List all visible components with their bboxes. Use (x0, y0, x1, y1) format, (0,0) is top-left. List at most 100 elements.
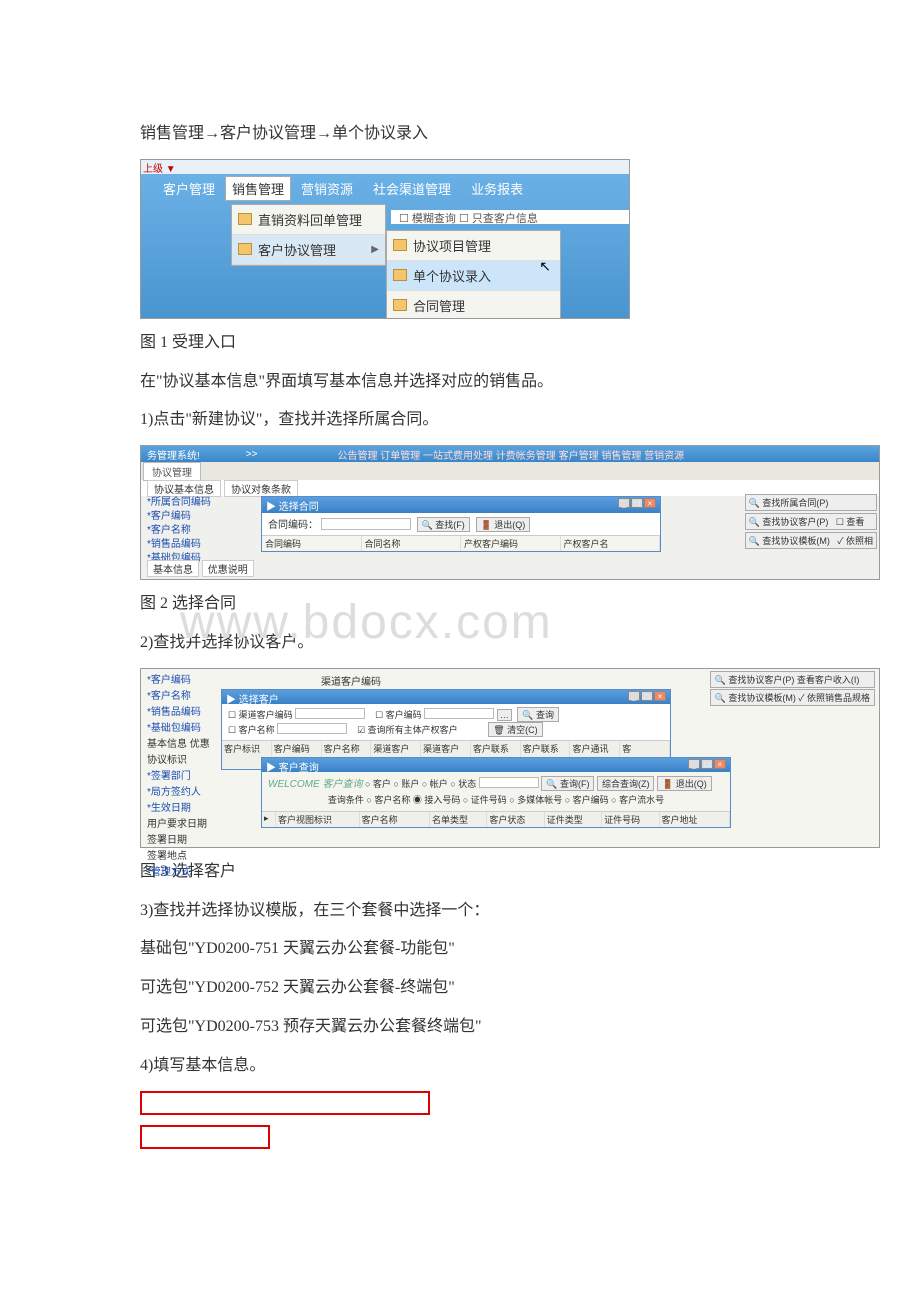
lbl: 协议标识 (147, 753, 210, 769)
dialog-titlebar: ▶ 选择合同 _□× (262, 497, 660, 513)
menu-channel[interactable]: 社会渠道管理 (363, 179, 461, 198)
step-2-text: 2)查找并选择协议客户。 (140, 629, 780, 658)
th: 证件号码 (602, 812, 659, 827)
exit-button[interactable]: 🚪 退出(Q) (476, 517, 531, 532)
header-nav[interactable]: 公告管理 订单管理 一站式费用处理 计费帐务管理 客户管理 销售管理 营销资源 (337, 447, 684, 462)
btn-find-template[interactable]: 🔍 查找协议模板(M) ✓ 依照相 (745, 532, 877, 549)
folder-icon (393, 299, 407, 311)
lbl: *生效日期 (147, 801, 210, 817)
condition-radios[interactable]: 查询条件 ○ 客户名称 ◉ 接入号码 ○ 证件号码 ○ 多媒体帐号 ○ 客户编码… (268, 791, 724, 808)
contract-table-header: 合同编码 合同名称 产权客户编码 产权客户名 (262, 535, 660, 551)
th: 客户名称 (360, 812, 430, 827)
chk-channel-code[interactable]: ☐ 渠道客户编码 (228, 710, 293, 720)
lbl: *管理方式 (147, 865, 210, 881)
step-4-text: 4)填写基本信息。 (140, 1052, 780, 1081)
folder-icon (238, 213, 252, 225)
dialog-titlebar: ▶ 选择客户 _□× (222, 690, 670, 704)
tab-agreement-mgmt[interactable]: 协议管理 (143, 462, 201, 481)
dialog-body: WELCOME 客户查询 ○ 客户 ○ 账户 ○ 帐户 ○ 状态 🔍 查询(F)… (262, 772, 730, 811)
lbl-cust-code: *客户编码 (147, 510, 211, 524)
highlight-box-2 (140, 1125, 270, 1149)
figure-2-caption: 图 2 选择合同 (140, 590, 780, 619)
screenshot-3-customer: *客户编码 *客户名称 *销售品编码 *基础包编码 基本信息 优惠 协议标识 *… (140, 668, 880, 848)
intro-path: 销售管理→客户协议管理→单个协议录入 (140, 120, 780, 149)
query-button[interactable]: 🔍 查询 (517, 707, 559, 722)
clear-button[interactable]: 🗑 清空(C) (488, 722, 542, 737)
query-button[interactable]: 🔍 查询(F) (541, 776, 594, 791)
chk-all-owners[interactable]: ☑ 查询所有主体产权客户 (357, 725, 458, 735)
chk-cust-name[interactable]: ☐ 客户名称 (228, 725, 275, 735)
step-3-text: 3)查找并选择协议模版，在三个套餐中选择一个： (140, 897, 780, 926)
btn-find-customer[interactable]: 🔍 查找协议客户(P) ☐ 查看 (745, 513, 877, 530)
chk-cust-code[interactable]: ☐ 客户编码 (375, 710, 422, 720)
lbl: *销售品编码 (147, 705, 210, 721)
top-parent-link[interactable]: 上级 ▼ (141, 160, 629, 174)
input-contract-code[interactable] (321, 518, 411, 530)
btn-find-cust[interactable]: 🔍 查找协议客户(P) 查看客户收入(I) (710, 671, 875, 688)
chevron-right-icon: ▶ (371, 244, 379, 255)
input-custname[interactable] (277, 723, 347, 734)
main-menubar: 客户管理 销售管理 营销资源 社会渠道管理 业务报表 (141, 174, 629, 204)
dialog-title: ▶ 选择合同 (266, 498, 319, 512)
advanced-query-button[interactable]: 综合查询(Z) (597, 776, 655, 791)
window-buttons[interactable]: _□× (688, 759, 726, 771)
submenu-level1: 直销资料回单管理 客户协议管理 ▶ (231, 204, 386, 266)
menu-sales[interactable]: 销售管理 (225, 176, 291, 201)
bottom-tabs: 基本信息 优惠说明 (147, 560, 254, 577)
lbl: 签署地点 (147, 849, 210, 865)
submenu2-item-single-entry[interactable]: 单个协议录入 (387, 261, 560, 291)
chevrons: >> (246, 449, 258, 460)
window-buttons[interactable]: _□× (618, 498, 656, 512)
dialog-body: ☐ 渠道客户编码 ☐ 客户编码 … 🔍 查询 ☐ 客户名称 ☑ 查询所有主体产权… (222, 704, 670, 740)
input-query[interactable] (479, 777, 539, 788)
welcome-text: WELCOME 客户查询 (268, 779, 362, 790)
th-blank: ▸ (262, 812, 276, 827)
btn-find-tmpl[interactable]: 🔍 查找协议模板(M) ✓ 依照销售品规格 (710, 689, 875, 706)
tab-basic-info[interactable]: 协议基本信息 (147, 480, 221, 497)
left-labels: *客户编码 *客户名称 *销售品编码 *基础包编码 基本信息 优惠 协议标识 *… (147, 673, 210, 881)
th-code: 合同编码 (262, 536, 362, 551)
input-channel[interactable] (295, 708, 365, 719)
dialog-customer-query: ▶ 客户查询 _□× WELCOME 客户查询 ○ 客户 ○ 账户 ○ 帐户 ○… (261, 757, 731, 828)
dialog-title: ▶ 选择客户 (226, 691, 279, 703)
submenu1-item-agreement[interactable]: 客户协议管理 ▶ (232, 235, 385, 265)
submenu2-item-project[interactable]: 协议项目管理 (387, 231, 560, 261)
btab-basic[interactable]: 基本信息 (147, 560, 199, 577)
app-header: 务管理系统! >> 公告管理 订单管理 一站式费用处理 计费帐务管理 客户管理 … (141, 446, 879, 462)
submenu1-label: 直销资料回单管理 (258, 210, 362, 229)
folder-icon (393, 269, 407, 281)
scope-radios[interactable]: ○ 客户 ○ 账户 ○ 帐户 ○ 状态 (365, 779, 476, 789)
th: 证件类型 (545, 812, 602, 827)
find-button[interactable]: 🔍 查找(F) (417, 517, 470, 532)
ellipsis-button[interactable]: … (497, 709, 512, 721)
tab-object-clause[interactable]: 协议对象条款 (224, 480, 298, 497)
right-buttons: 🔍 查找所属合同(P) 🔍 查找协议客户(P) ☐ 查看 🔍 查找协议模板(M)… (745, 494, 877, 551)
tab-area-1: 协议管理 (141, 462, 879, 480)
menu-reports[interactable]: 业务报表 (461, 179, 533, 198)
highlight-box-1 (140, 1091, 430, 1115)
dialog-title: ▶ 客户查询 (266, 759, 319, 771)
menu-marketing-res[interactable]: 营销资源 (291, 179, 363, 198)
figure-3-caption: 图 3 选择客户 (140, 858, 780, 887)
system-name: 务管理系统! (141, 447, 206, 462)
submenu2-label: 协议项目管理 (413, 236, 491, 255)
th: 客户状态 (487, 812, 544, 827)
lbl-product-code: *销售品编码 (147, 538, 211, 552)
lbl: *客户编码 (147, 673, 210, 689)
btab-discount[interactable]: 优惠说明 (202, 560, 254, 577)
exit-button[interactable]: 🚪 退出(Q) (657, 776, 712, 791)
window-buttons[interactable]: _□× (628, 691, 666, 703)
package-base: 基础包"YD0200-751 天翼云办公套餐-功能包" (140, 935, 780, 964)
package-opt1: 可选包"YD0200-752 天翼云办公套餐-终端包" (140, 974, 780, 1003)
submenu1-label: 客户协议管理 (258, 240, 336, 259)
lbl-contract-code: *所属合同编码 (147, 496, 211, 510)
submenu1-item-direct[interactable]: 直销资料回单管理 (232, 205, 385, 235)
input-custcode[interactable] (424, 708, 494, 719)
menu-customer[interactable]: 客户管理 (153, 179, 225, 198)
th: 客户地址 (660, 812, 730, 827)
dialog-titlebar: ▶ 客户查询 _□× (262, 758, 730, 772)
folder-icon (238, 243, 252, 255)
submenu2-item-contract[interactable]: 合同管理 (387, 291, 560, 319)
cursor-icon: ↖ (539, 258, 551, 275)
btn-find-contract[interactable]: 🔍 查找所属合同(P) (745, 494, 877, 511)
